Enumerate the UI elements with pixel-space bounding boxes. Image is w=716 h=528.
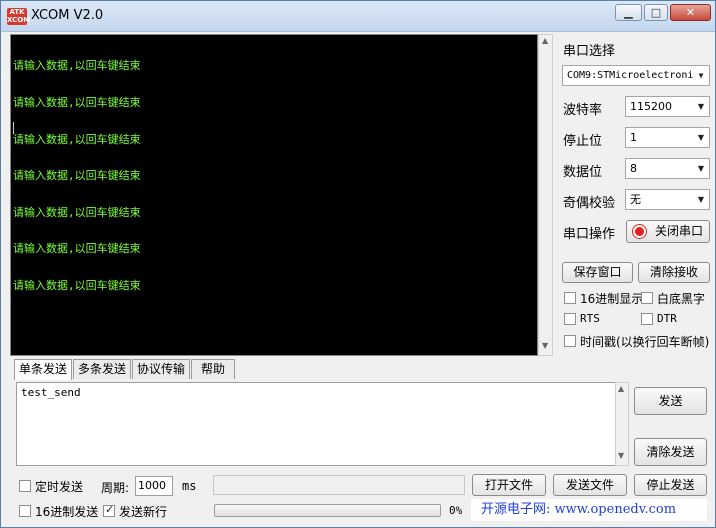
white-bg-label: 白底黑字 — [657, 292, 706, 306]
tab-single-send[interactable]: 单条发送 — [14, 359, 72, 380]
scroll-up-arrow-icon[interactable]: ▲ — [542, 36, 548, 45]
minimize-button[interactable]: ▁ — [615, 4, 642, 21]
send-progress-bar — [214, 504, 441, 517]
clear-receive-button[interactable]: 清除接收 — [638, 262, 710, 283]
period-input[interactable]: 1000 — [135, 476, 173, 496]
dtr-label: DTR — [657, 312, 677, 325]
file-path-input[interactable] — [213, 475, 465, 495]
databits-select-value: 8 — [630, 162, 637, 175]
hex-send-checkbox[interactable] — [19, 505, 31, 517]
timestamp-checkbox[interactable] — [564, 335, 576, 347]
baud-select-value: 115200 — [630, 100, 672, 113]
timed-send-label: 定时发送 — [35, 480, 84, 494]
title-bar: ATK XCOM XCOM V2.0 ▁ □ ✕ — [1, 1, 715, 32]
window-title: XCOM V2.0 — [31, 8, 104, 23]
baud-label: 波特率 — [563, 103, 603, 118]
databits-label: 数据位 — [563, 165, 603, 180]
tab-protocol[interactable]: 协议传输 — [132, 359, 190, 379]
app-window: ATK XCOM XCOM V2.0 ▁ □ ✕ 请输入数据,以回车键结束 请输入… — [0, 0, 716, 528]
close-port-label: 关闭串口 — [655, 224, 704, 238]
clear-send-button[interactable]: 清除发送 — [634, 438, 707, 466]
open-file-button[interactable]: 打开文件 — [472, 474, 546, 496]
send-text: test_send — [21, 386, 81, 399]
port-status-led-icon — [633, 225, 646, 238]
receive-line: 请输入数据,以回车键结束 — [13, 132, 141, 146]
white-bg-checkbox[interactable] — [641, 292, 653, 304]
stop-send-button[interactable]: 停止发送 — [634, 474, 707, 496]
timestamp-label: 时间戳(以换行回车断帧) — [580, 335, 710, 349]
hex-display-checkbox[interactable] — [564, 292, 576, 304]
tab-multi-send[interactable]: 多条发送 — [73, 359, 131, 379]
period-unit: ms — [182, 479, 197, 493]
chevron-down-icon: ▼ — [698, 71, 704, 80]
receive-line: 请输入数据,以回车键结束 — [13, 279, 141, 293]
chevron-down-icon: ▼ — [697, 133, 705, 142]
port-select-value: COM9:STMicroelectroni — [567, 70, 694, 81]
receive-text: 请输入数据,以回车键结束 请输入数据,以回车键结束 请输入数据,以回车键结束 请… — [13, 36, 141, 317]
parity-label: 奇偶校验 — [563, 196, 616, 211]
save-window-button[interactable]: 保存窗口 — [562, 262, 633, 283]
progress-percent: 0% — [449, 504, 463, 517]
send-file-button[interactable]: 发送文件 — [553, 474, 627, 496]
scroll-up-arrow-icon[interactable]: ▲ — [618, 384, 624, 393]
operation-label: 串口操作 — [563, 227, 616, 242]
port-label: 串口选择 — [563, 44, 616, 59]
send-newline-label: 发送新行 — [119, 505, 168, 519]
scroll-down-arrow-icon[interactable]: ▼ — [542, 341, 548, 350]
scroll-down-arrow-icon[interactable]: ▼ — [618, 451, 624, 460]
receive-line: 请输入数据,以回车键结束 — [13, 242, 141, 256]
send-textarea[interactable]: test_send — [16, 382, 616, 466]
chevron-down-icon: ▼ — [697, 164, 705, 173]
send-button[interactable]: 发送 — [634, 387, 707, 415]
receive-line: 请输入数据,以回车键结束 — [13, 96, 141, 110]
port-select[interactable]: COM9:STMicroelectroni ▼ — [562, 65, 710, 86]
tab-help[interactable]: 帮助 — [191, 359, 235, 379]
hex-display-label: 16进制显示 — [580, 292, 644, 306]
receive-line: 请输入数据,以回车键结束 — [13, 205, 141, 219]
send-newline-checkbox[interactable] — [103, 503, 115, 517]
maximize-button[interactable]: □ — [644, 4, 668, 21]
receive-line: 请输入数据,以回车键结束 — [13, 59, 141, 73]
stopbits-select-value: 1 — [630, 131, 637, 144]
stopbits-label: 停止位 — [563, 134, 603, 149]
period-label: 周期: — [101, 481, 130, 495]
databits-select[interactable]: 8 ▼ — [625, 158, 710, 179]
receive-textarea[interactable]: 请输入数据,以回车键结束 请输入数据,以回车键结束 请输入数据,以回车键结束 请… — [10, 34, 538, 356]
text-caret — [13, 122, 14, 134]
rts-checkbox[interactable] — [564, 313, 576, 325]
app-logo: ATK XCOM — [7, 8, 31, 25]
close-port-button[interactable]: 关闭串口 — [626, 220, 710, 243]
rts-label: RTS — [580, 312, 600, 325]
site-link[interactable]: 开源电子网: www.openedv.com — [471, 499, 707, 521]
chevron-down-icon: ▼ — [697, 102, 705, 111]
receive-line: 请输入数据,以回车键结束 — [13, 169, 141, 183]
hex-send-label: 16进制发送 — [35, 505, 99, 519]
send-scrollbar[interactable]: ▲ ▼ — [615, 382, 629, 466]
parity-select[interactable]: 无 ▼ — [625, 189, 710, 210]
receive-scrollbar[interactable]: ▲ ▼ — [538, 34, 553, 356]
send-tabs: 单条发送 多条发送 协议传输 帮助 — [10, 359, 714, 380]
stopbits-select[interactable]: 1 ▼ — [625, 127, 710, 148]
parity-select-value: 无 — [630, 193, 641, 206]
dtr-checkbox[interactable] — [641, 313, 653, 325]
timed-send-checkbox[interactable] — [19, 480, 31, 492]
baud-select[interactable]: 115200 ▼ — [625, 96, 710, 117]
close-button[interactable]: ✕ — [670, 4, 711, 21]
chevron-down-icon: ▼ — [697, 195, 705, 204]
